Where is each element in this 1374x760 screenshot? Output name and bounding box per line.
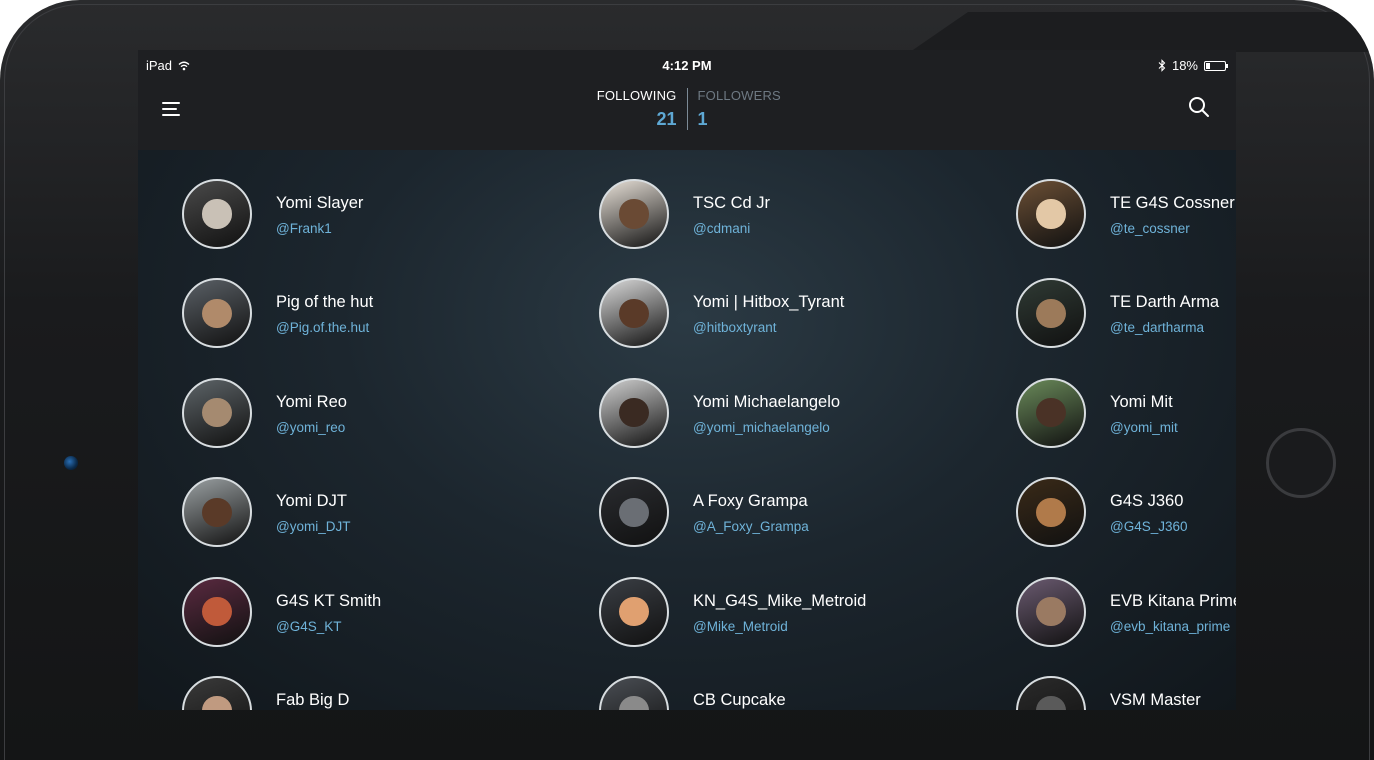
user-name: Pig of the hut	[276, 293, 374, 312]
user-name: VSM Master	[1110, 690, 1201, 709]
user-name: Yomi Michaelangelo	[693, 392, 841, 411]
user-name: Fab Big D	[276, 690, 350, 709]
status-bar: iPad 4:12 PM 18%	[138, 50, 1236, 80]
user-handle[interactable]: @te_cossner	[1110, 221, 1190, 236]
search-icon	[1189, 97, 1209, 117]
user-grid: Yomi Slayer @Frank1 TSC Cd Jr @cdmani TE G4S…	[182, 179, 1236, 710]
avatar	[1016, 477, 1086, 548]
front-camera	[64, 456, 78, 470]
avatar	[599, 576, 669, 647]
avatar	[1016, 278, 1086, 349]
user-handle[interactable]: @G4S_J360	[1110, 519, 1188, 534]
user-name: Yomi Slayer	[276, 194, 364, 212]
user-item[interactable]: Yomi Mit @yomi_mit	[1016, 377, 1236, 448]
user-row: Fab Big D CB Cupcake VSM Master	[182, 675, 1236, 710]
avatar	[599, 377, 669, 448]
status-time: 4:12 PM	[662, 58, 712, 73]
user-name: Yomi Reo	[276, 392, 347, 411]
user-handle[interactable]: @te_dartharma	[1110, 320, 1204, 335]
tab-following[interactable]: FOLLOWING 21	[593, 88, 688, 130]
user-item[interactable]: Fab Big D	[182, 675, 562, 710]
user-handle[interactable]: @cdmani	[693, 221, 750, 236]
followers-label: FOLLOWERS	[697, 88, 781, 103]
tab-followers[interactable]: FOLLOWERS 1	[688, 88, 782, 130]
user-name: TE G4S Cossner	[1110, 194, 1235, 212]
user-item[interactable]: Yomi DJT @yomi_DJT	[182, 477, 562, 548]
user-handle[interactable]: @Pig.of.the.hut	[276, 320, 369, 335]
followers-count: 1	[697, 109, 708, 129]
user-handle[interactable]: @A_Foxy_Grampa	[693, 519, 809, 534]
home-button[interactable]	[1266, 428, 1336, 498]
user-name: G4S KT Smith	[276, 591, 382, 610]
user-row: Yomi Reo @yomi_reo Yomi Michaelangelo @yomi…	[182, 377, 1236, 477]
avatar	[182, 477, 252, 548]
following-list: Yomi Slayer @Frank1 TSC Cd Jr @cdmani TE G4S…	[138, 150, 1236, 710]
user-handle[interactable]: @evb_kitana_prime	[1110, 619, 1230, 634]
user-item[interactable]: VSM Master	[1016, 675, 1236, 710]
user-item[interactable]: TSC Cd Jr @cdmani	[599, 179, 979, 249]
user-name: Yomi Mit	[1110, 392, 1173, 411]
user-item[interactable]: TE Darth Arma @te_dartharma	[1016, 278, 1236, 349]
avatar	[1016, 377, 1086, 448]
user-name: TE Darth Arma	[1110, 293, 1220, 312]
ipad-device-frame: iPad 4:12 PM 18% FOLLOWING 21 FOLLOWERS …	[0, 0, 1374, 760]
user-handle[interactable]: @yomi_DJT	[276, 519, 350, 534]
user-row: G4S KT Smith @G4S_KT KN_G4S_Mike_Metroid @M…	[182, 576, 1236, 676]
user-item[interactable]: Yomi Slayer @Frank1	[182, 179, 562, 249]
user-name: TSC Cd Jr	[693, 194, 771, 212]
user-name: Yomi DJT	[276, 492, 347, 511]
user-handle[interactable]: @Mike_Metroid	[693, 619, 788, 634]
user-name: A Foxy Grampa	[693, 492, 808, 511]
user-handle[interactable]: @hitboxtyrant	[693, 320, 777, 335]
nav-bar: FOLLOWING 21 FOLLOWERS 1	[138, 80, 1236, 150]
user-name: Yomi | Hitbox_Tyrant	[693, 293, 845, 312]
user-row: Pig of the hut @Pig.of.the.hut Yomi | Hitb…	[182, 278, 1236, 377]
user-handle[interactable]: @yomi_reo	[276, 420, 345, 435]
following-count: 21	[656, 109, 677, 129]
user-item[interactable]: Yomi Reo @yomi_reo	[182, 377, 562, 448]
user-item[interactable]: EVB Kitana Prime @evb_kitana_prime	[1016, 576, 1236, 647]
search-button[interactable]	[1188, 96, 1214, 122]
user-item[interactable]: CB Cupcake	[599, 675, 979, 710]
follow-tabs: FOLLOWING 21 FOLLOWERS 1	[138, 88, 1236, 130]
battery-percent: 18%	[1171, 58, 1198, 73]
avatar	[182, 179, 252, 249]
user-item[interactable]: Yomi Michaelangelo @yomi_michaelangelo	[599, 377, 979, 448]
user-name: G4S J360	[1110, 492, 1184, 511]
user-item[interactable]: Yomi | Hitbox_Tyrant @hitboxtyrant	[599, 278, 979, 349]
user-row: Yomi DJT @yomi_DJT A Foxy Grampa @A_Foxy_Gr…	[182, 477, 1236, 576]
avatar	[182, 377, 252, 448]
avatar	[599, 179, 669, 249]
user-item[interactable]: TE G4S Cossner @te_cossner	[1016, 179, 1236, 249]
user-row: Yomi Slayer @Frank1 TSC Cd Jr @cdmani TE G4S…	[182, 179, 1236, 278]
user-item[interactable]: KN_G4S_Mike_Metroid @Mike_Metroid	[599, 576, 979, 647]
avatar	[1016, 179, 1086, 249]
user-name: EVB Kitana Prime	[1110, 591, 1236, 610]
avatar	[1016, 576, 1086, 647]
following-label: FOLLOWING	[596, 88, 677, 103]
avatar	[599, 477, 669, 548]
avatar	[182, 278, 252, 349]
user-item[interactable]: Pig of the hut @Pig.of.the.hut	[182, 278, 562, 349]
avatar	[182, 675, 252, 710]
user-item[interactable]: G4S J360 @G4S_J360	[1016, 477, 1236, 548]
user-handle[interactable]: @Frank1	[276, 221, 332, 236]
screen: iPad 4:12 PM 18% FOLLOWING 21 FOLLOWERS …	[138, 50, 1236, 710]
avatar	[182, 576, 252, 647]
avatar	[599, 278, 669, 349]
battery-icon	[1204, 60, 1228, 71]
user-item[interactable]: A Foxy Grampa @A_Foxy_Grampa	[599, 477, 979, 548]
user-name: KN_G4S_Mike_Metroid	[693, 591, 867, 610]
user-name: CB Cupcake	[693, 690, 786, 709]
bluetooth-icon	[1158, 59, 1166, 72]
avatar	[599, 675, 669, 710]
user-item[interactable]: G4S KT Smith @G4S_KT	[182, 576, 562, 647]
user-handle[interactable]: @G4S_KT	[276, 619, 341, 634]
avatar	[1016, 675, 1086, 710]
user-handle[interactable]: @yomi_michaelangelo	[693, 420, 830, 435]
user-handle[interactable]: @yomi_mit	[1110, 420, 1178, 435]
